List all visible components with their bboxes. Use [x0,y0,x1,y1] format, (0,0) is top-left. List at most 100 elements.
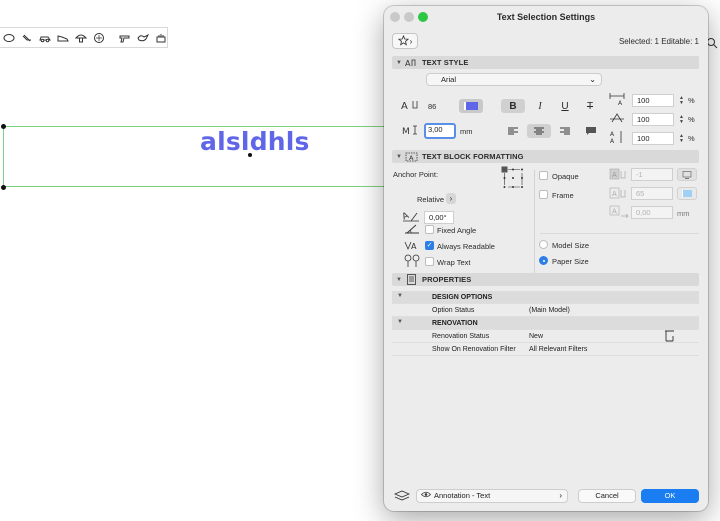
frame-checkbox[interactable] [539,190,548,199]
frame-pen-field: 65 [631,187,673,200]
svg-text:A: A [610,131,615,138]
pen-weight-field[interactable]: 3,00 [424,123,456,139]
pen-color-button[interactable] [459,99,483,113]
text-block-formatting-header[interactable]: ▼ A TEXT BLOCK FORMATTING [392,150,699,163]
renovation-settings-icon[interactable] [664,330,675,344]
cancel-button[interactable]: Cancel [578,489,636,503]
anchor-point-grid[interactable] [501,166,525,190]
property-group-row[interactable]: ▼ DESIGN OPTIONS [392,291,699,304]
star-icon [397,34,409,48]
line-spacing-icon: AA [609,130,625,144]
spacing-factor-icon [609,112,625,124]
opaque-label: Opaque [552,172,579,181]
opaque-pen-field: -1 [631,168,673,181]
pen-weight-unit: mm [460,127,473,136]
layer-select[interactable]: Annotation - Text › [416,489,568,503]
relative-label: Relative [417,195,445,204]
car-tool-icon[interactable] [39,31,51,44]
paper-size-radio[interactable] [539,256,548,265]
opaque-checkbox[interactable] [539,171,548,180]
property-value[interactable]: New [529,333,543,340]
anchor-point-label: Anchor Point: [393,170,439,179]
always-readable-label: Always Readable [437,242,495,251]
model-size-radio[interactable] [539,240,548,249]
properties-label: PROPERTIES [422,275,472,284]
text-style-header[interactable]: ▼ A TEXT STYLE [392,56,699,69]
collapse-triangle-icon: ▼ [396,276,402,283]
bird-tool-icon[interactable] [137,31,149,44]
italic-button[interactable]: I [533,99,547,113]
frame-offset-field: 0,00 [631,206,673,219]
properties-table: ▼ DESIGN OPTIONS Option Status (Main Mod… [392,291,699,356]
property-group-row[interactable]: ▼ RENOVATION [392,317,699,330]
display-icon-button[interactable] [677,168,697,181]
always-readable-checkbox[interactable]: ✓ [425,241,434,250]
svg-text:M: M [402,127,410,136]
favorites-button[interactable]: › [392,33,418,49]
property-row[interactable]: Show On Renovation Filter All Relevant F… [392,343,699,356]
chevron-down-icon: ⌄ [589,75,596,84]
svg-text:A: A [610,138,615,144]
gun-tool-icon[interactable] [119,31,131,44]
align-right-button[interactable] [556,124,574,138]
selection-handle-bottom-left[interactable] [1,185,6,190]
shoe-tool-icon[interactable] [57,31,69,44]
line-spacing-stepper[interactable]: ▲ ▼ [678,133,685,144]
title-bar: Text Selection Settings [384,6,708,28]
frame-color-button[interactable] [677,187,697,200]
text-angle-field[interactable]: 0,00° [424,211,454,224]
svg-text:A: A [612,190,617,198]
strikethrough-button[interactable]: T [583,99,597,113]
chevron-right-icon: › [559,491,562,500]
svg-text:A: A [612,208,617,216]
collapse-triangle-icon: ▼ [396,59,402,66]
property-group-name: RENOVATION [432,320,478,327]
canvas-text-object[interactable]: alsldhls [200,127,310,156]
align-center-button[interactable] [527,124,551,138]
dialog-title: Text Selection Settings [496,12,596,22]
spacing-factor-field[interactable]: 100 [632,113,674,126]
properties-header[interactable]: ▼ PROPERTIES [392,273,699,286]
width-factor-stepper[interactable]: ▲ ▼ [678,95,685,106]
spacing-factor-stepper[interactable]: ▲ ▼ [678,114,685,125]
bold-button[interactable]: B [501,99,525,113]
spacing-factor-percent: % [688,115,695,124]
frame-color-swatch [682,190,692,197]
collapse-triangle-icon: ▼ [396,153,402,160]
face-tool-icon[interactable] [93,31,105,44]
width-factor-field[interactable]: 100 [632,94,674,107]
text-size-value[interactable]: 86 [428,102,436,111]
align-left-button[interactable] [504,124,522,138]
property-row[interactable]: Option Status (Main Model) [392,304,699,317]
selection-handle-top-left[interactable] [1,124,6,129]
property-row[interactable]: Renovation Status New [392,330,699,343]
fixed-angle-checkbox[interactable] [425,225,434,234]
svg-text:A: A [618,100,623,106]
relative-menu-button[interactable]: › [446,193,456,204]
always-readable-icon: A [404,239,420,251]
svg-text:A: A [411,242,417,251]
font-select[interactable]: Arial ⌄ [426,73,602,86]
fixed-angle-icon [404,223,420,235]
line-spacing-field[interactable]: 100 [632,132,674,145]
wrap-text-checkbox[interactable] [425,257,434,266]
underline-button[interactable]: U [558,99,572,113]
properties-icon [404,274,418,285]
pen-color-swatch [464,102,478,110]
property-name: Show On Renovation Filter [432,346,516,353]
property-name: Option Status [432,307,475,314]
property-value[interactable]: All Relevant Filters [529,346,587,353]
wrap-text-label: Wrap Text [437,258,471,267]
collapse-triangle-icon: ▼ [397,293,403,299]
wrap-text-icon [403,254,421,268]
chevron-right-icon: › [409,36,413,46]
ellipse-tool-icon[interactable] [3,31,15,44]
ok-button[interactable]: OK [641,489,699,503]
cake-tool-icon[interactable] [155,31,167,44]
text-block-icon: A [404,151,418,162]
property-value[interactable]: (Main Model) [529,307,570,314]
eraser-tool-icon[interactable] [21,31,33,44]
justify-button[interactable] [582,124,600,138]
mushroom-tool-icon[interactable] [75,31,87,44]
svg-text:A: A [405,59,411,68]
